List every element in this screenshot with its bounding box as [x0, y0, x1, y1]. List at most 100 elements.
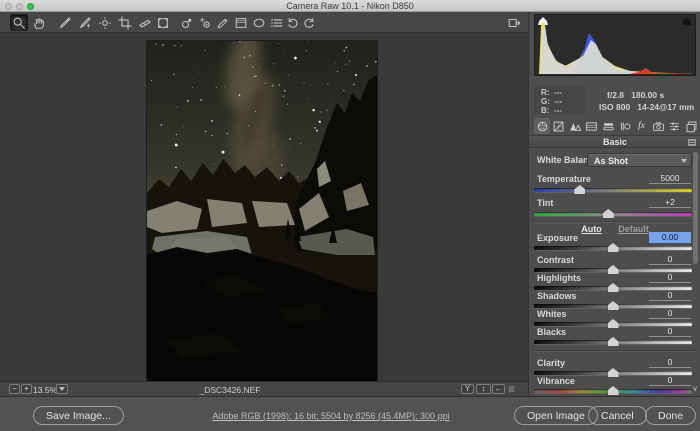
highlights-slider-thumb[interactable]: [608, 283, 619, 292]
exposure-value[interactable]: 0.00: [649, 232, 691, 243]
shadows-value[interactable]: 0: [649, 290, 691, 301]
panel-menu-icon[interactable]: [688, 139, 696, 146]
camera-raw-window: Camera Raw 10.1 - Nikon D850: [0, 0, 700, 431]
zoom-level-dropdown[interactable]: [56, 384, 68, 394]
chevron-down-icon: [59, 387, 65, 391]
copy-settings-button[interactable]: ←: [492, 384, 505, 394]
tint-value[interactable]: +2: [649, 197, 691, 208]
iso-value: ISO 800: [599, 102, 630, 112]
preview-menu-icon[interactable]: ≡: [508, 382, 515, 396]
contrast-slider-thumb[interactable]: [608, 265, 619, 274]
divider: [533, 221, 697, 223]
tab-tonecurve[interactable]: [551, 118, 567, 134]
straighten-tool[interactable]: [136, 14, 154, 31]
b-label: B:: [541, 106, 549, 115]
panel-scrollbar[interactable]: [693, 152, 698, 264]
targeted-adjustment-tool[interactable]: [96, 14, 114, 31]
tab-lens[interactable]: [617, 118, 633, 134]
toggle-filmstrip-icon[interactable]: [505, 14, 523, 31]
zoom-tool[interactable]: [10, 14, 28, 31]
rotate-right-tool[interactable]: [300, 14, 318, 31]
temperature-slider[interactable]: [534, 188, 692, 192]
bottom-bar: Save Image... Adobe RGB (1998); 16 bit; …: [0, 396, 700, 431]
panel-header: Basic: [529, 135, 700, 148]
hand-tool[interactable]: [30, 14, 48, 31]
r-label: R:: [541, 88, 549, 97]
zoom-level-value: 13.5%: [33, 385, 57, 395]
whites-label: Whites: [537, 309, 567, 319]
tint-slider-thumb[interactable]: [603, 209, 614, 218]
contrast-value[interactable]: 0: [649, 254, 691, 265]
graduated-filter-tool[interactable]: [232, 14, 250, 31]
auto-link[interactable]: Auto: [581, 224, 602, 234]
titlebar: Camera Raw 10.1 - Nikon D850: [0, 0, 700, 12]
blacks-value[interactable]: 0: [649, 326, 691, 337]
red-eye-tool[interactable]: [196, 14, 214, 31]
whites-slider-thumb[interactable]: [608, 319, 619, 328]
crop-tool[interactable]: [116, 14, 134, 31]
tab-split[interactable]: [600, 118, 616, 134]
divider: [533, 350, 697, 352]
blacks-slider-thumb[interactable]: [608, 337, 619, 346]
blacks-label: Blacks: [537, 327, 566, 337]
whites-value[interactable]: 0: [649, 308, 691, 319]
radial-filter-tool[interactable]: [250, 14, 268, 31]
default-link[interactable]: Default: [618, 224, 649, 234]
filename: _DSC3426.NEF: [200, 385, 261, 395]
exposure-slider-thumb[interactable]: [608, 243, 619, 252]
tab-snapshots[interactable]: [683, 118, 699, 134]
tint-slider[interactable]: [534, 212, 692, 216]
adjustment-panel: R: --- G: --- B: --- f/2.8 180.00 s ISO …: [528, 12, 700, 396]
white-balance-tool[interactable]: [56, 14, 74, 31]
temperature-slider-thumb[interactable]: [574, 185, 585, 194]
transform-tool[interactable]: [154, 14, 172, 31]
zoom-in-button[interactable]: +: [21, 384, 32, 394]
tab-camera[interactable]: [650, 118, 666, 134]
vibrance-label: Vibrance: [537, 376, 575, 386]
swap-before-after-button[interactable]: ↕: [476, 384, 491, 394]
panel-tabs: fx: [529, 118, 700, 135]
window-title: Camera Raw 10.1 - Nikon D850: [0, 1, 700, 11]
spot-removal-tool[interactable]: [178, 14, 196, 31]
blacks-slider[interactable]: [534, 340, 692, 344]
temperature-value[interactable]: 5000: [649, 173, 691, 184]
exposure-label: Exposure: [537, 233, 578, 243]
white-balance-select[interactable]: As Shot: [587, 153, 692, 167]
photo-preview[interactable]: [147, 41, 377, 381]
r-value: ---: [554, 88, 562, 97]
chevron-down-icon: [681, 159, 687, 163]
tint-label: Tint: [537, 198, 553, 208]
open-image-button[interactable]: Open Image: [514, 406, 598, 425]
before-after-toggle-button[interactable]: Y: [461, 384, 474, 394]
vibrance-slider-thumb[interactable]: [608, 386, 619, 395]
highlights-value[interactable]: 0: [649, 272, 691, 283]
color-sampler-tool[interactable]: [76, 14, 94, 31]
adjustment-brush-tool[interactable]: [214, 14, 232, 31]
clarity-label: Clarity: [537, 358, 565, 368]
cancel-button[interactable]: Cancel: [588, 406, 647, 425]
tab-presets[interactable]: [667, 118, 683, 134]
b-value: ---: [554, 106, 562, 115]
histogram-plot: [536, 18, 694, 74]
tab-hsl[interactable]: [584, 118, 600, 134]
lens-value: 14-24@17 mm: [637, 102, 694, 112]
aperture-value: f/2.8: [607, 90, 624, 100]
tab-detail[interactable]: [567, 118, 583, 134]
done-button[interactable]: Done: [645, 406, 696, 425]
exposure-slider[interactable]: [534, 246, 692, 250]
vibrance-slider[interactable]: [534, 389, 692, 393]
scroll-down-icon[interactable]: ∨: [692, 384, 698, 393]
canvas: [0, 33, 528, 381]
shadows-slider-thumb[interactable]: [608, 301, 619, 310]
histogram: [534, 14, 696, 76]
workflow-options-link[interactable]: Adobe RGB (1998); 16 bit; 5504 by 8256 (…: [212, 411, 449, 421]
tab-fx[interactable]: fx: [634, 118, 650, 134]
photo-image: [147, 41, 377, 381]
vibrance-value[interactable]: 0: [649, 375, 691, 386]
clarity-slider-thumb[interactable]: [608, 368, 619, 377]
clarity-value[interactable]: 0: [649, 357, 691, 368]
zoom-out-button[interactable]: −: [9, 384, 20, 394]
save-image-button[interactable]: Save Image...: [33, 406, 124, 425]
tab-basic[interactable]: [534, 118, 550, 134]
panel-title: Basic: [529, 137, 700, 147]
